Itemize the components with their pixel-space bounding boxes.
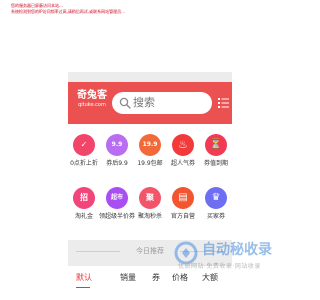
header-bar: 奇兔客 qituke.com 搜索 — [68, 82, 232, 124]
category-label: 淘礼金 — [74, 213, 93, 220]
menu-icon[interactable] — [218, 97, 229, 109]
category-label: 0点折上折 — [70, 160, 98, 167]
hourglass-icon: ⏳ — [205, 134, 227, 156]
logo-text: 奇兔客 — [77, 90, 107, 101]
checkmark-icon: ✓ — [73, 134, 95, 156]
flash-sale-icon: 聚 — [139, 187, 161, 209]
notice-banner: 您的服务器已屏蔽访问本站... 系统检测到您的IP访问频率过高,请稍后再试,或联… — [0, 0, 300, 72]
category-label: 券值到期 — [203, 160, 228, 167]
category-label: 领超级半价券 — [99, 213, 136, 220]
category-item-3[interactable]: ♨ 超人气券 — [167, 129, 199, 179]
category-item-6[interactable]: 超市 领超级半价券 — [99, 182, 136, 232]
category-item-2[interactable]: 19.9 19.9包邮 — [134, 129, 166, 179]
search-icon — [119, 97, 131, 109]
watermark: 自动秘收录 优质网站·免费收录·网站收录 — [174, 241, 298, 275]
category-label: 聚淘秒杀 — [137, 213, 162, 220]
section-title: 今日推荐 — [136, 247, 164, 255]
logo-domain: qituke.com — [78, 102, 106, 108]
watermark-title: 自动秘收录 — [202, 242, 272, 258]
tab-default[interactable]: 默认 — [76, 272, 92, 284]
category-item-1[interactable]: 9.9 券后9.9 — [101, 129, 133, 179]
category-item-7[interactable]: 聚 聚淘秒杀 — [134, 182, 166, 232]
gift-money-icon: 招 — [73, 187, 95, 209]
price-badge-icon: 19.9 — [139, 134, 161, 156]
category-label: 官方自营 — [170, 213, 195, 220]
category-item-0[interactable]: ✓ 0点折上折 — [68, 129, 100, 179]
tab-sales[interactable]: 销量 — [120, 272, 136, 284]
category-grid: ✓ 0点折上折 9.9 券后9.9 19.9 19.9包邮 ♨ 超人气券 ⏳ 券… — [68, 124, 232, 240]
watermark-subtitle: 优质网站·免费收录·网站收录 — [178, 263, 261, 270]
notice-line-2: 系统检测到您的IP访问频率过高,请稍后再试,或联系网站管理员... — [11, 9, 125, 14]
supermarket-icon: 超市 — [106, 187, 128, 209]
flame-icon: ♨ — [172, 134, 194, 156]
store-icon: ▤ — [172, 187, 194, 209]
tab-coupon[interactable]: 券 — [152, 272, 160, 284]
crown-icon: ♛ — [205, 187, 227, 209]
site-logo[interactable]: 奇兔客 qituke.com — [76, 90, 108, 116]
category-item-9[interactable]: ♛ 买家券 — [200, 182, 232, 232]
category-label: 券后9.9 — [106, 160, 128, 167]
search-input[interactable]: 搜索 — [112, 92, 212, 114]
search-placeholder: 搜索 — [133, 96, 155, 109]
category-item-5[interactable]: 招 淘礼金 — [68, 182, 100, 232]
category-item-8[interactable]: ▤ 官方自营 — [167, 182, 199, 232]
divider-line-left — [76, 251, 120, 252]
category-label: 超人气券 — [170, 160, 195, 167]
category-label: 买家券 — [206, 213, 225, 220]
active-tab-indicator — [76, 287, 90, 288]
category-label: 19.9包邮 — [137, 160, 163, 167]
price-tag-icon: 9.9 — [106, 134, 128, 156]
watermark-logo-icon — [174, 241, 198, 265]
category-item-4[interactable]: ⏳ 券值到期 — [200, 129, 232, 179]
